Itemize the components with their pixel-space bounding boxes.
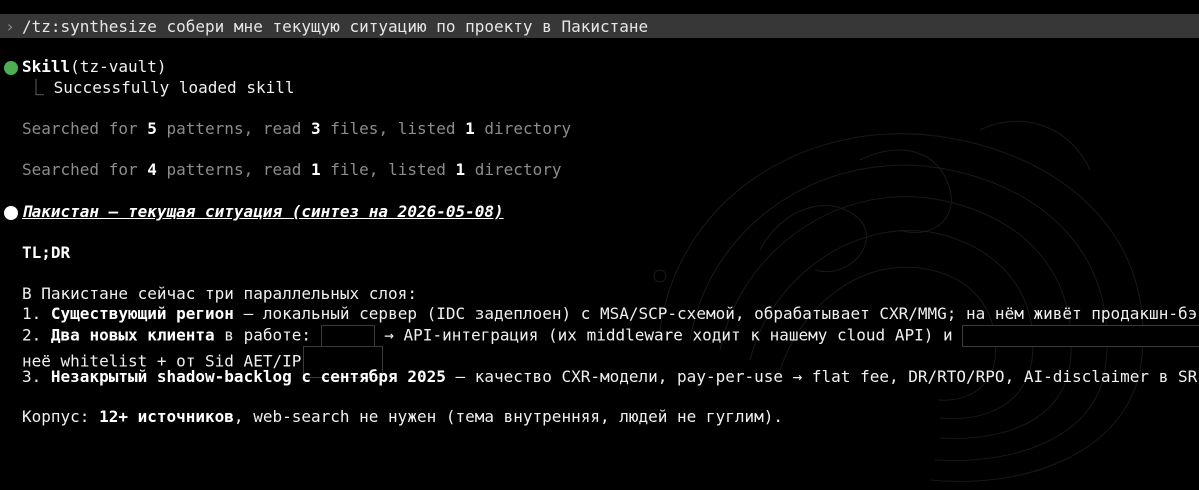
skill-name: Skill [22, 57, 71, 76]
list-item-2: 2. Два новых клиента в работе: → API-инт… [22, 325, 1199, 347]
item-2-bold: Два новых клиента [50, 325, 215, 345]
item-3-bold: Незакрытый shadow-backlog с сентября 202… [50, 367, 446, 386]
search-2-text-c: file, listed [320, 160, 456, 179]
search-1-files: 3 [311, 119, 321, 138]
search-1-dirs: 1 [465, 119, 475, 138]
item-2-text-a: в работе: [214, 325, 321, 345]
status-dot-icon [4, 61, 18, 75]
item-1-number: 1. [22, 304, 51, 323]
skill-result-text: Successfully loaded skill [53, 78, 295, 97]
tldr-label: TL;DR [22, 243, 71, 262]
corpus-text: , web-search не нужен (тема внутренняя, … [233, 407, 783, 426]
list-item-1: 1. Существующий регион — локальный серве… [22, 304, 1199, 324]
search-1-text-d: directory [474, 119, 572, 138]
item-3-number: 3. [22, 367, 51, 386]
response-dot-icon [4, 206, 18, 220]
search-1-patterns: 5 [147, 119, 157, 138]
skill-call: Skill(tz-vault) [22, 57, 167, 77]
list-item-3: 3. Незакрытый shadow-backlog с сентября … [22, 367, 1199, 387]
skill-result: ⎿ Successfully loaded skill [28, 78, 294, 98]
search-2-text-a: Searched for [22, 160, 148, 179]
search-1-text-b: patterns, read [156, 119, 311, 138]
search-2-text-d: directory [465, 160, 562, 179]
intro-text: В Пакистане сейчас три параллельных слоя… [22, 284, 417, 303]
search-1-text-c: files, listed [320, 119, 466, 138]
corpus-line: Корпус: 12+ источников, web-search не ну… [22, 407, 783, 427]
branch-icon: ⎿ [28, 78, 45, 97]
search-1-text-a: Searched for [22, 119, 148, 138]
search-2-text-b: patterns, read [156, 160, 311, 179]
prompt-chevron-icon: › [5, 16, 15, 36]
search-2-files: 1 [311, 160, 321, 179]
item-3-text: — качество CXR-модели, pay-per-use → fla… [445, 367, 1199, 386]
search-summary-2: Searched for 4 patterns, read 1 file, li… [22, 160, 561, 180]
search-2-patterns: 4 [147, 160, 157, 179]
corpus-count: 12+ источников [99, 407, 234, 426]
item-2-text-b: → API-интеграция (их middleware ходит к … [374, 325, 963, 345]
search-2-dirs: 1 [455, 160, 466, 179]
search-summary-1: Searched for 5 patterns, read 3 files, l… [22, 119, 571, 139]
response-heading: Пакистан — текущая ситуация (синтез на 2… [22, 202, 504, 221]
prompt-text: /tz:synthesize собери мне текущую ситуац… [22, 16, 649, 36]
prompt-bar: › /tz:synthesize собери мне текущую ситу… [0, 14, 1199, 38]
item-1-text: — локальный сервер (IDC задеплоен) с MSA… [233, 304, 1199, 323]
corpus-label: Корпус: [22, 407, 100, 426]
item-1-bold: Существующий регион [50, 304, 234, 323]
background-watermark [653, 120, 1144, 482]
item-2-number: 2. [22, 325, 51, 345]
redacted-block [962, 325, 1199, 347]
skill-arg: (tz-vault) [70, 57, 167, 76]
redacted-block [320, 325, 375, 347]
